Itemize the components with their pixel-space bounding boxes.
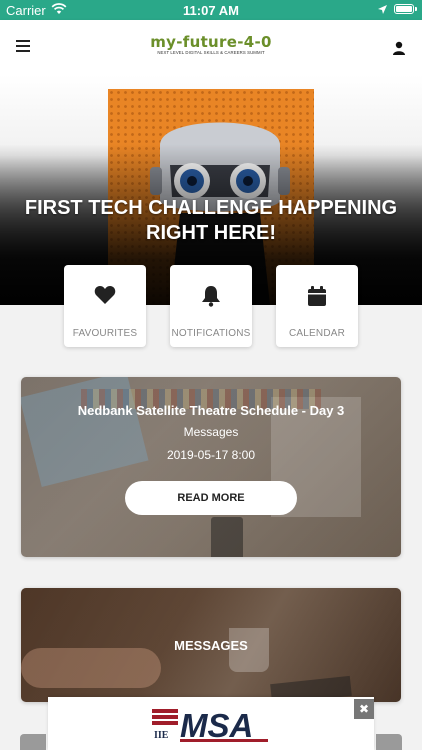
- logo-text: my-future-4-0: [150, 33, 272, 51]
- battery-icon: [394, 4, 417, 14]
- status-bar: Carrier 11:07 AM: [0, 0, 422, 20]
- card-date: 2019-05-17 8:00: [166, 448, 256, 462]
- favourites-label: FAVOURITES: [72, 328, 138, 339]
- user-icon[interactable]: [392, 41, 406, 55]
- favourites-button[interactable]: FAVOURITES: [64, 265, 146, 347]
- app-logo: my-future-4-0 NEXT LEVEL DIGITAL SKILLS …: [150, 34, 272, 66]
- location-arrow-icon: [377, 3, 388, 18]
- read-more-button[interactable]: READ MORE: [125, 481, 297, 515]
- card-image-detail: [211, 517, 243, 557]
- card-title: MESSAGES: [174, 638, 248, 653]
- card-title: Nedbank Satellite Theatre Schedule - Day…: [77, 403, 345, 418]
- calendar-label: CALENDAR: [288, 328, 346, 339]
- logo-tagline: NEXT LEVEL DIGITAL SKILLS & CAREERS SUMM…: [157, 50, 265, 55]
- svg-text:IIE: IIE: [154, 730, 169, 741]
- msa-logo: IIE MSA: [152, 707, 268, 744]
- notifications-button[interactable]: NOTIFICATIONS: [170, 265, 252, 347]
- card-image-detail: [21, 648, 161, 688]
- schedule-card[interactable]: Nedbank Satellite Theatre Schedule - Day…: [21, 377, 401, 557]
- calendar-button[interactable]: CALENDAR: [276, 265, 358, 347]
- hamburger-menu-icon[interactable]: [16, 40, 30, 52]
- app-header: my-future-4-0 NEXT LEVEL DIGITAL SKILLS …: [0, 20, 422, 75]
- messages-card[interactable]: MESSAGES: [21, 588, 401, 702]
- heart-icon: [64, 285, 146, 305]
- notifications-label: NOTIFICATIONS: [171, 328, 251, 339]
- next-card-edge: [20, 734, 46, 750]
- svg-text:MSA: MSA: [180, 707, 253, 744]
- card-category: Messages: [183, 425, 239, 439]
- close-icon[interactable]: ✖: [354, 699, 374, 719]
- calendar-icon: [276, 285, 358, 306]
- next-card-edge: [376, 734, 402, 750]
- ad-banner[interactable]: IIE MSA ✖: [48, 697, 374, 750]
- hero-title: FIRST TECH CHALLENGE HAPPENING RIGHT HER…: [24, 197, 398, 244]
- status-time: 11:07 AM: [183, 3, 239, 18]
- bell-icon: [170, 285, 252, 307]
